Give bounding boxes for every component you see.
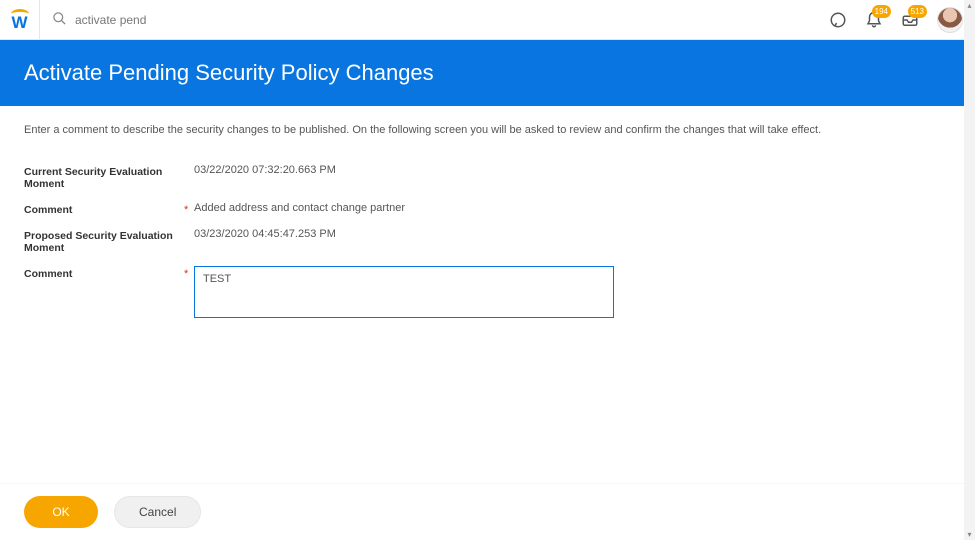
- ok-button[interactable]: OK: [24, 496, 98, 528]
- search-wrap: [52, 11, 829, 29]
- footer: OK Cancel: [0, 483, 975, 540]
- page-title: Activate Pending Security Policy Changes: [24, 60, 951, 86]
- scroll-up-icon[interactable]: ▴: [964, 0, 975, 11]
- notifications-badge: 194: [872, 5, 891, 18]
- row-current-comment: Comment * Added address and contact chan…: [24, 202, 951, 216]
- topbar: W 194 513: [0, 0, 975, 40]
- avatar[interactable]: [937, 7, 963, 33]
- row-proposed-comment: Comment *: [24, 266, 951, 321]
- topbar-right: 194 513: [829, 7, 963, 33]
- row-current-moment: Current Security Evaluation Moment 03/22…: [24, 164, 951, 190]
- label-current-comment: Comment: [24, 202, 194, 216]
- search-icon: [52, 11, 67, 29]
- row-proposed-moment: Proposed Security Evaluation Moment 03/2…: [24, 228, 951, 254]
- value-current-comment-text: Added address and contact change partner: [194, 202, 405, 214]
- chat-icon[interactable]: [829, 11, 847, 29]
- value-proposed-moment: 03/23/2020 04:45:47.253 PM: [194, 228, 336, 240]
- instructions-text: Enter a comment to describe the security…: [24, 124, 951, 136]
- proposed-comment-input[interactable]: [194, 266, 614, 318]
- logo-letter: W: [11, 15, 27, 30]
- label-proposed-comment: Comment: [24, 266, 194, 280]
- inbox-badge: 513: [908, 5, 927, 18]
- app-logo[interactable]: W: [0, 0, 40, 39]
- value-current-moment: 03/22/2020 07:32:20.663 PM: [194, 164, 336, 176]
- page-header: Activate Pending Security Policy Changes: [0, 40, 975, 106]
- notifications-icon[interactable]: 194: [865, 11, 883, 29]
- cancel-button[interactable]: Cancel: [114, 496, 201, 528]
- content: Enter a comment to describe the security…: [0, 106, 975, 321]
- label-current-moment: Current Security Evaluation Moment: [24, 164, 194, 190]
- value-current-comment: * Added address and contact change partn…: [194, 202, 405, 214]
- required-star-icon: *: [184, 204, 188, 216]
- label-proposed-moment: Proposed Security Evaluation Moment: [24, 228, 194, 254]
- search-input[interactable]: [75, 13, 335, 27]
- inbox-icon[interactable]: 513: [901, 11, 919, 29]
- required-star-icon: *: [184, 268, 188, 280]
- scroll-down-icon[interactable]: ▾: [964, 529, 975, 540]
- value-proposed-comment-wrap: *: [194, 266, 614, 321]
- scrollbar[interactable]: ▴ ▾: [964, 0, 975, 540]
